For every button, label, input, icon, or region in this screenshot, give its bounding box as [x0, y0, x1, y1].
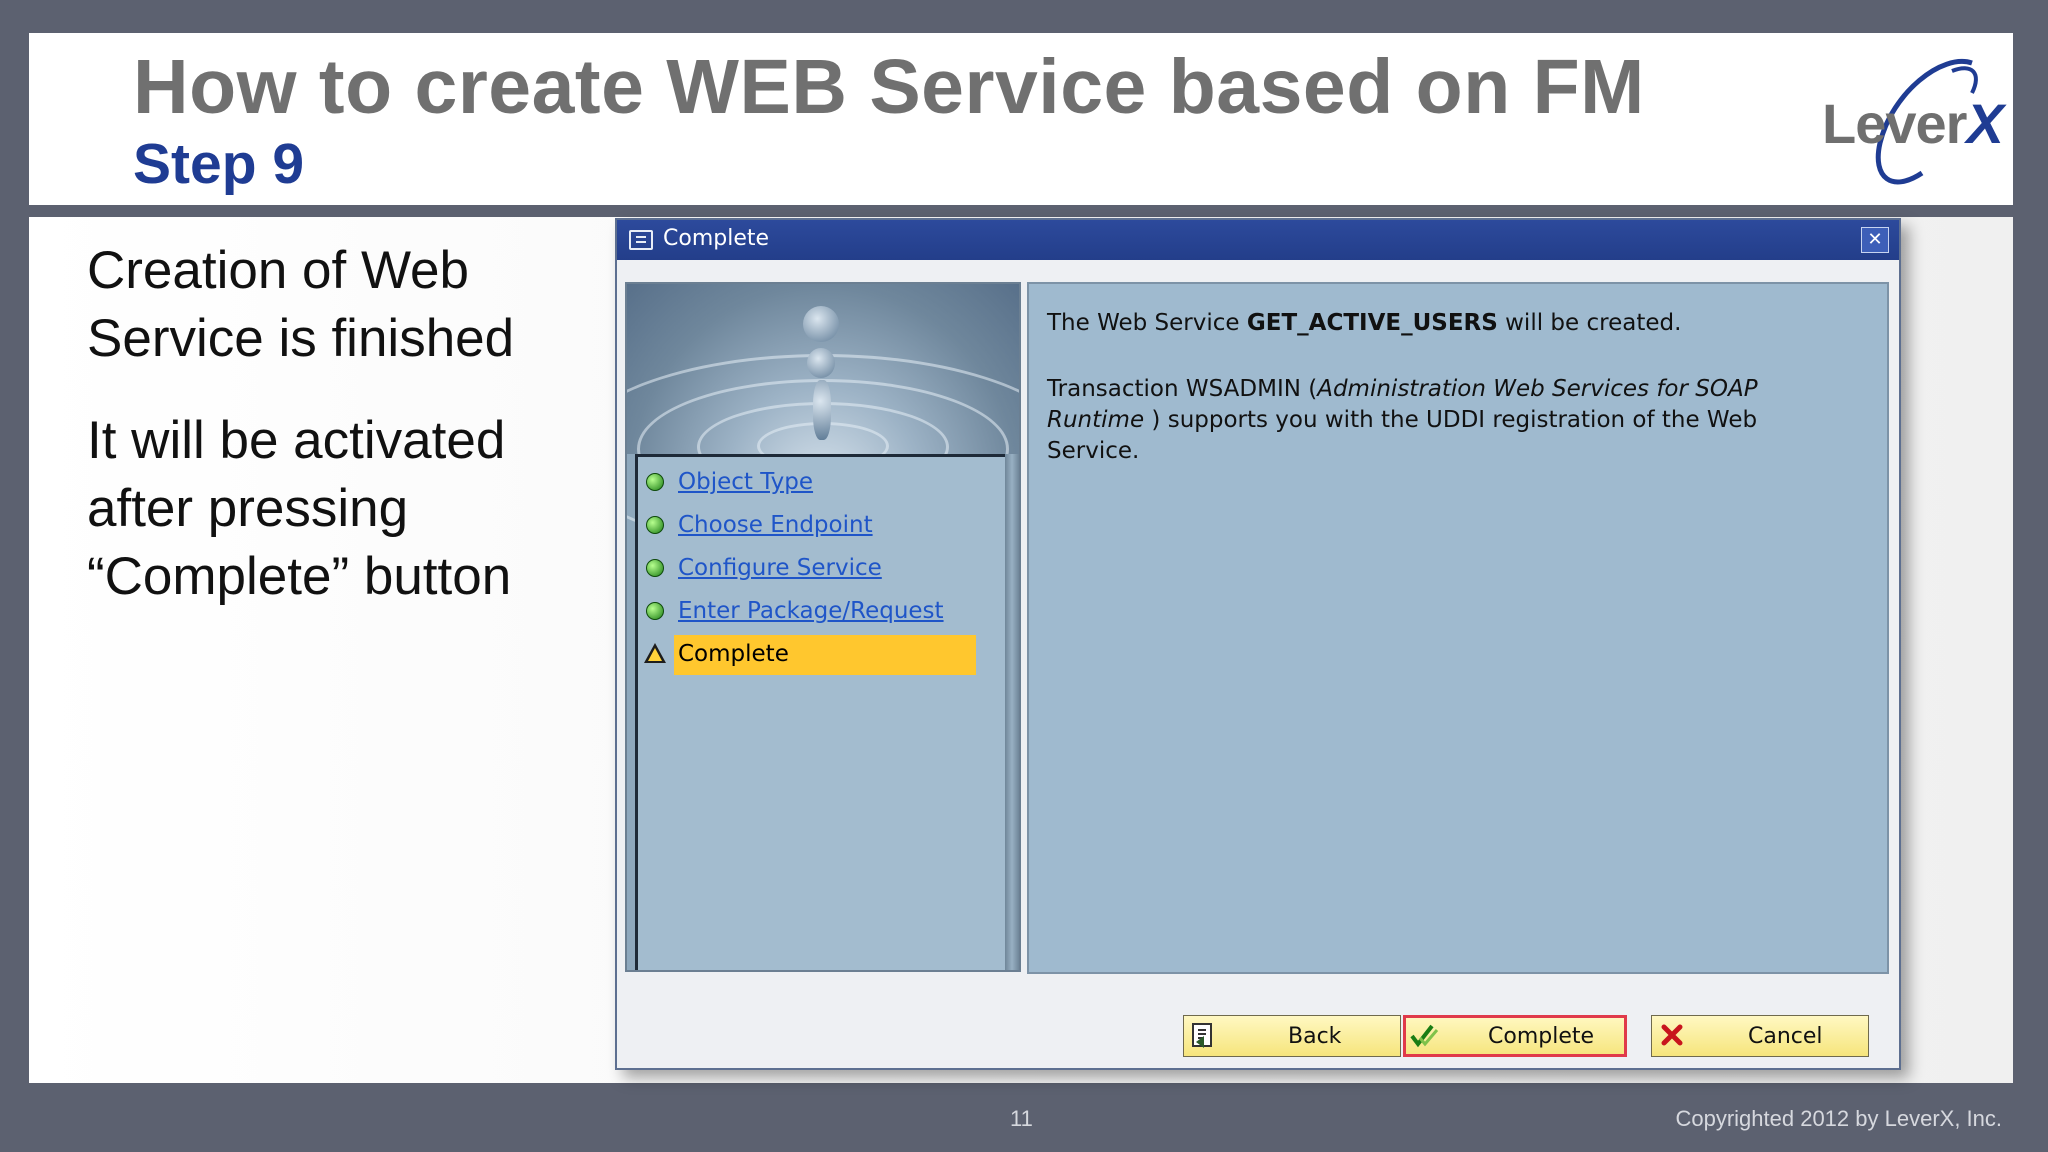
header-divider [29, 205, 2013, 217]
logo-text: LeverX [1822, 92, 2004, 155]
step-done-icon [646, 559, 664, 577]
wizard-step-enter-package[interactable]: Enter Package/Request [638, 592, 998, 632]
leverx-logo: LeverX [1822, 53, 2004, 203]
creation-message: The Web Service GET_ACTIVE_USERS will be… [1047, 310, 1681, 336]
water-drop-illustration [627, 284, 1019, 554]
message-text: ) supports you with the UDDI registratio… [1047, 407, 1758, 464]
message-text: will be created. [1497, 310, 1682, 336]
wsadmin-message: Transaction WSADMIN (Administration Web … [1047, 374, 1847, 467]
step-link[interactable]: Configure Service [678, 555, 882, 581]
checkmark-icon [1410, 1024, 1439, 1048]
dialog-window-icon [629, 230, 653, 250]
sap-wizard-dialog: Complete ✕ Object Type Choose Endpoint C… [615, 218, 1901, 1070]
wizard-navigation-panel: Object Type Choose Endpoint Configure Se… [625, 282, 1021, 972]
active-step-label: Complete [674, 635, 976, 675]
bullet-list: Creation of Web Service is finished It w… [87, 237, 587, 645]
wizard-content-panel: The Web Service GET_ACTIVE_USERS will be… [1027, 282, 1889, 974]
slide-header: How to create WEB Service based on FM St… [29, 33, 2013, 203]
step-done-icon [646, 516, 664, 534]
decorative-strip [1005, 454, 1019, 970]
cancel-x-icon [1661, 1024, 1683, 1046]
wizard-step-complete[interactable]: Complete [638, 635, 998, 675]
message-text: The Web Service [1047, 310, 1247, 336]
wizard-steps-list: Object Type Choose Endpoint Configure Se… [635, 454, 1005, 970]
slide-title: How to create WEB Service based on FM [133, 44, 1645, 130]
page-number: 11 [1010, 1106, 1033, 1131]
warning-triangle-icon [644, 643, 666, 663]
back-icon [1192, 1023, 1212, 1048]
step-link[interactable]: Object Type [678, 469, 813, 495]
logo-x-letter: X [1966, 92, 2003, 155]
bullet-item: Creation of Web Service is finished [87, 241, 515, 368]
step-done-icon [646, 602, 664, 620]
dialog-titlebar[interactable]: Complete ✕ [617, 220, 1899, 260]
cancel-button-label: Cancel [1748, 1024, 1823, 1049]
complete-button-label: Complete [1488, 1024, 1595, 1049]
complete-button[interactable]: Complete [1403, 1015, 1627, 1057]
bullet-item: It will be activated after pressing “Com… [87, 411, 512, 606]
message-text: Transaction WSADMIN ( [1047, 376, 1318, 402]
close-button[interactable]: ✕ [1861, 227, 1889, 253]
dialog-title: Complete [663, 226, 770, 251]
back-button-label: Back [1288, 1024, 1342, 1049]
service-name: GET_ACTIVE_USERS [1246, 310, 1498, 336]
step-done-icon [646, 473, 664, 491]
cancel-button[interactable]: Cancel [1651, 1015, 1869, 1057]
wizard-step-configure-service[interactable]: Configure Service [638, 549, 998, 589]
back-button[interactable]: Back [1183, 1015, 1401, 1057]
wizard-step-choose-endpoint[interactable]: Choose Endpoint [638, 506, 998, 546]
step-link[interactable]: Choose Endpoint [678, 512, 873, 538]
wizard-step-object-type[interactable]: Object Type [638, 463, 998, 503]
copyright-text: Copyrighted 2012 by LeverX, Inc. [1675, 1106, 2002, 1131]
slide-subtitle: Step 9 [133, 132, 305, 196]
step-link[interactable]: Enter Package/Request [678, 598, 944, 624]
